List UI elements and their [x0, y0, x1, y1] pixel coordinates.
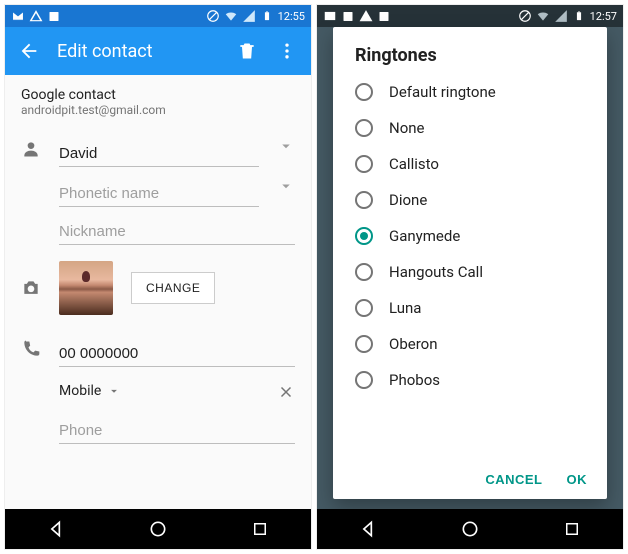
- status-bar: 12:57: [317, 5, 623, 27]
- page-title: Edit contact: [57, 41, 219, 62]
- ringtone-label: Luna: [389, 299, 421, 317]
- phone-type-dropdown[interactable]: Mobile: [59, 377, 121, 406]
- ringtone-option[interactable]: Oberon: [337, 326, 603, 362]
- name-input[interactable]: [59, 139, 259, 167]
- battery-icon: [572, 9, 586, 23]
- phone-type-label: Mobile: [59, 383, 101, 399]
- warning-icon: [359, 9, 373, 23]
- mail-icon: [323, 9, 337, 23]
- nav-bar: [317, 509, 623, 549]
- radio-icon: [355, 83, 373, 101]
- calendar-icon: [377, 9, 391, 23]
- ringtone-label: Oberon: [389, 335, 437, 353]
- radio-icon: [355, 227, 373, 245]
- radio-icon: [355, 371, 373, 389]
- warning-icon: [29, 9, 43, 23]
- chevron-down-icon[interactable]: [277, 137, 295, 159]
- no-entry-icon: [518, 9, 532, 23]
- ringtone-label: Default ringtone: [389, 83, 496, 101]
- ringtone-option[interactable]: Dione: [337, 182, 603, 218]
- chevron-down-icon[interactable]: [277, 177, 295, 199]
- contact-photo[interactable]: [59, 261, 113, 315]
- ringtone-list: Default ringtone None Callisto Dione Ganymed…: [337, 74, 603, 464]
- ringtone-option[interactable]: Luna: [337, 290, 603, 326]
- ringtone-label: None: [389, 119, 425, 137]
- camera-icon: [21, 278, 41, 298]
- phone-left: 12:55 Edit contact Google contact androi…: [4, 4, 312, 550]
- radio-icon: [355, 299, 373, 317]
- cancel-button[interactable]: CANCEL: [485, 472, 542, 487]
- dim-backdrop: G a Ringtones Default ringtoneNoneCallis…: [317, 27, 623, 509]
- nav-recent-icon[interactable]: [249, 518, 271, 540]
- no-entry-icon: [206, 9, 220, 23]
- person-icon: [21, 139, 41, 159]
- back-icon[interactable]: [17, 39, 41, 63]
- contact-header: Google contact androidpit.test@gmail.com: [21, 87, 295, 117]
- dialog-title: Ringtones: [337, 45, 603, 74]
- ok-button[interactable]: OK: [567, 472, 588, 487]
- ringtone-option[interactable]: Ganymede: [337, 218, 603, 254]
- calendar-icon: [47, 9, 61, 23]
- wifi-icon: [536, 9, 550, 23]
- radio-icon: [355, 263, 373, 281]
- nav-back-icon[interactable]: [357, 518, 379, 540]
- ringtone-label: Ganymede: [389, 227, 460, 245]
- nav-recent-icon[interactable]: [561, 518, 583, 540]
- ringtone-option[interactable]: Hangouts Call: [337, 254, 603, 290]
- nav-home-icon[interactable]: [147, 518, 169, 540]
- ringtone-label: Callisto: [389, 155, 439, 173]
- ringtone-option[interactable]: None: [337, 110, 603, 146]
- signal-icon: [554, 9, 568, 23]
- battery-icon: [260, 9, 274, 23]
- status-time: 12:57: [590, 10, 617, 23]
- calendar-icon: [341, 9, 355, 23]
- status-bar: 12:55: [5, 5, 311, 27]
- ringtone-option[interactable]: Callisto: [337, 146, 603, 182]
- radio-icon: [355, 155, 373, 173]
- phonetic-name-input[interactable]: [59, 179, 259, 207]
- signal-icon: [242, 9, 256, 23]
- app-bar: Edit contact: [5, 27, 311, 75]
- ringtone-option[interactable]: Phobos: [337, 362, 603, 398]
- overflow-menu-icon[interactable]: [275, 39, 299, 63]
- phone-icon: [21, 339, 41, 359]
- wifi-icon: [224, 9, 238, 23]
- mail-icon: [11, 9, 25, 23]
- phone-input[interactable]: [59, 339, 295, 367]
- content-area: Google contact androidpit.test@gmail.com…: [5, 75, 311, 509]
- contact-email: androidpit.test@gmail.com: [21, 103, 295, 117]
- ringtone-option[interactable]: Default ringtone: [337, 74, 603, 110]
- ringtone-dialog: Ringtones Default ringtone None Callisto Di…: [333, 27, 607, 499]
- radio-icon: [355, 335, 373, 353]
- change-photo-button[interactable]: CHANGE: [131, 272, 215, 304]
- nickname-input[interactable]: [59, 217, 295, 245]
- delete-icon[interactable]: [235, 39, 259, 63]
- nav-back-icon[interactable]: [45, 518, 67, 540]
- nav-home-icon[interactable]: [459, 518, 481, 540]
- status-time: 12:55: [278, 10, 305, 23]
- ringtone-label: Phobos: [389, 371, 440, 389]
- ringtone-label: Dione: [389, 191, 427, 209]
- contact-type: Google contact: [21, 87, 295, 103]
- phone-right: 12:57 G a Ringtones Default ringtoneNone…: [316, 4, 624, 550]
- nav-bar: [5, 509, 311, 549]
- clear-phone-icon[interactable]: [277, 383, 295, 401]
- radio-icon: [355, 191, 373, 209]
- radio-icon: [355, 119, 373, 137]
- phone2-input[interactable]: [59, 416, 295, 444]
- ringtone-label: Hangouts Call: [389, 263, 483, 281]
